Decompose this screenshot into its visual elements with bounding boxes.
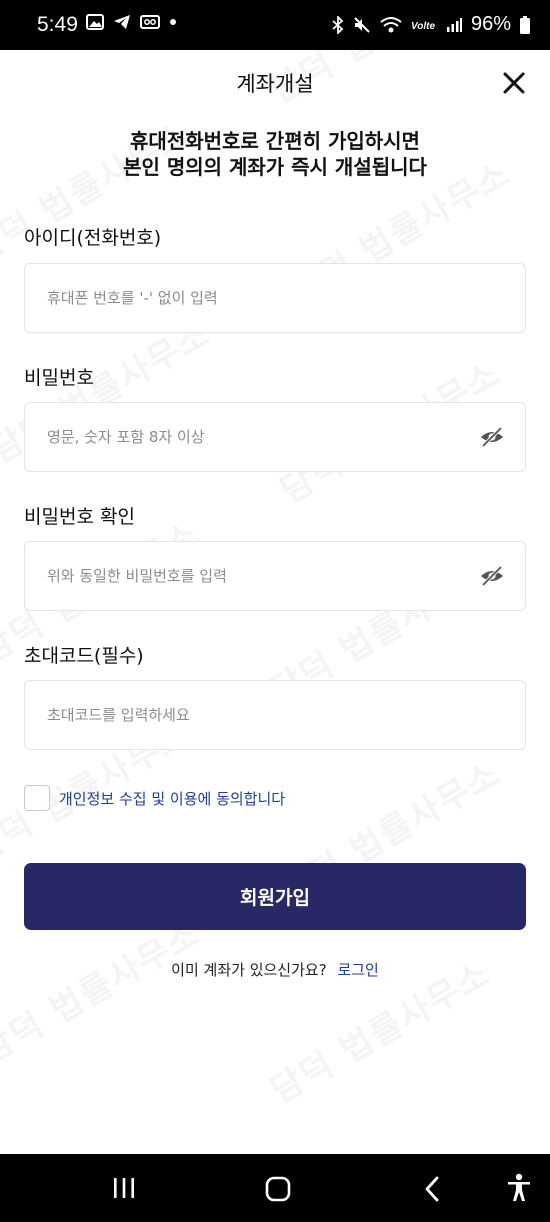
battery-icon [520, 15, 530, 34]
status-bar: 5:49 Volte 96% [0, 0, 550, 50]
close-icon [503, 72, 525, 94]
status-left-icons [86, 14, 177, 30]
image-icon [86, 14, 104, 30]
status-right-icons: Volte 96% [332, 13, 530, 36]
page-title: 계좌개설 [236, 72, 314, 96]
eye-off-icon[interactable] [479, 425, 505, 449]
mute-icon [354, 16, 370, 33]
signal-icon [446, 17, 462, 32]
telegram-icon [114, 15, 130, 29]
login-link[interactable]: 로그인 [337, 961, 378, 979]
password-label: 비밀번호 [24, 367, 94, 389]
eye-off-icon[interactable] [479, 564, 505, 588]
id-label: 아이디(전화번호) [24, 227, 162, 249]
agreement-text[interactable]: 개인정보 수집 및 이용에 동의합니다 [59, 788, 285, 809]
wifi-icon [380, 16, 402, 32]
password-field [24, 402, 526, 472]
recent-apps-icon[interactable] [112, 1177, 136, 1199]
password-input[interactable] [47, 403, 467, 471]
password-confirm-label: 비밀번호 확인 [24, 506, 135, 528]
password-confirm-field [24, 541, 526, 611]
id-field [24, 263, 526, 333]
watermark-text: 담덕 법률사무소 [0, 907, 208, 1073]
volte-icon: Volte [411, 21, 436, 32]
accessibility-icon[interactable] [506, 1173, 532, 1203]
invite-label: 초대코드(필수) [24, 645, 144, 667]
close-button[interactable] [499, 68, 529, 98]
login-prompt: 이미 계좌가 있으신가요? 로그인 [0, 959, 550, 980]
battery-percent: 96% [470, 13, 511, 35]
intro-line-1: 휴대전화번호로 간편히 가입하시면 [130, 129, 420, 153]
home-icon[interactable] [265, 1176, 291, 1202]
intro-line-2: 본인 명의의 계좌가 즉시 개설됩니다 [123, 155, 427, 179]
back-icon[interactable] [423, 1176, 441, 1202]
id-input[interactable] [47, 264, 467, 332]
signup-button[interactable]: 회원가입 [24, 863, 526, 930]
navigation-bar [0, 1154, 550, 1222]
status-time: 5:49 [37, 13, 78, 36]
svg-text:Volte: Volte [411, 21, 436, 32]
agreement-checkbox[interactable] [24, 785, 50, 811]
invite-input[interactable] [47, 681, 467, 749]
voicemail-icon [140, 15, 160, 29]
dot-icon [170, 19, 176, 25]
password-confirm-input[interactable] [47, 542, 467, 610]
agreement-row: 개인정보 수집 및 이용에 동의합니다 [24, 785, 285, 811]
bluetooth-icon [332, 15, 344, 34]
login-question: 이미 계좌가 있으신가요? [171, 961, 327, 979]
invite-field [24, 680, 526, 750]
intro-text: 휴대전화번호로 간편히 가입하시면 본인 명의의 계좌가 즉시 개설됩니다 [0, 128, 550, 180]
